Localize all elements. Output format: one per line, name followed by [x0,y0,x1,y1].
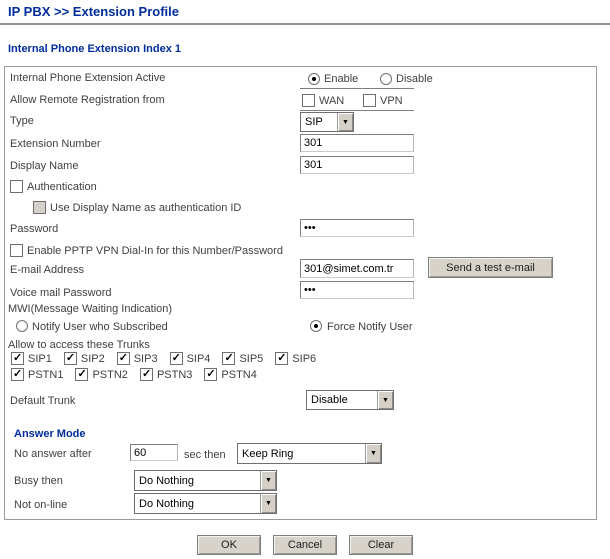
active-enable-label: Enable [324,73,358,85]
chevron-down-icon: ▼ [260,471,276,490]
trunk-item-sip4: SIP4 [170,352,211,365]
pstn1-label: PSTN1 [28,369,63,381]
sip1-label: SIP1 [28,353,52,365]
active-enable-radio[interactable] [308,73,320,85]
pstn1-checkbox[interactable] [11,368,24,381]
sec-then-label: sec then [184,449,226,461]
sip4-label: SIP4 [187,353,211,365]
trunk-item-pstn3: PSTN3 [140,368,192,381]
extension-profile-page: IP PBX >> Extension Profile Internal Pho… [0,0,610,559]
chevron-down-icon: ▼ [337,113,353,131]
sip6-label: SIP6 [292,353,316,365]
active-disable-radio[interactable] [380,73,392,85]
chevron-down-icon: ▼ [260,494,276,513]
extension-number-input[interactable] [300,134,414,152]
email-label: E-mail Address [10,264,84,276]
no-answer-seconds-input[interactable] [130,444,178,461]
row-underline [300,110,414,111]
trunk-item-sip2: SIP2 [64,352,105,365]
active-label: Internal Phone Extension Active [10,72,165,84]
default-trunk-select-value: Disable [307,394,377,406]
mwi-force-notify-radio[interactable] [310,320,322,332]
trunk-item-sip6: SIP6 [275,352,316,365]
pstn-trunk-row: PSTN1 PSTN2 PSTN3 PSTN4 [11,368,257,381]
default-trunk-select[interactable]: Disable ▼ [306,390,394,410]
mwi-notify-subscribed-radio[interactable] [16,320,28,332]
not-online-action-select[interactable]: Do Nothing ▼ [134,493,277,514]
wan-label: WAN [319,95,344,107]
send-test-email-button[interactable]: Send a test e-mail [428,257,553,278]
pstn4-label: PSTN4 [221,369,256,381]
trunk-item-sip5: SIP5 [222,352,263,365]
trunks-label: Allow to access these Trunks [8,339,150,351]
display-name-label: Display Name [10,160,78,172]
trunk-item-pstn2: PSTN2 [75,368,127,381]
page-title: IP PBX >> Extension Profile [8,4,179,19]
trunk-item-sip3: SIP3 [117,352,158,365]
no-answer-action-select[interactable]: Keep Ring ▼ [237,443,382,464]
use-display-name-label: Use Display Name as authentication ID [50,202,241,214]
use-display-name-checkbox[interactable] [33,201,46,214]
pptp-dialin-label: Enable PPTP VPN Dial-In for this Number/… [27,245,283,257]
ok-button[interactable]: OK [197,535,261,555]
extension-number-label: Extension Number [10,138,101,150]
trunk-item-pstn4: PSTN4 [204,368,256,381]
sip4-checkbox[interactable] [170,352,183,365]
busy-action-select[interactable]: Do Nothing ▼ [134,470,277,491]
no-answer-label: No answer after [14,448,92,460]
busy-then-label: Busy then [14,475,63,487]
mwi-label: MWI(Message Waiting Indication) [8,303,172,315]
pstn4-checkbox[interactable] [204,368,217,381]
sip2-checkbox[interactable] [64,352,77,365]
password-label: Password [10,223,58,235]
pptp-dialin-checkbox[interactable] [10,244,23,257]
type-select-value: SIP [301,116,337,128]
trunk-item-pstn1: PSTN1 [11,368,63,381]
not-online-label: Not on-line [14,499,67,511]
sip5-checkbox[interactable] [222,352,235,365]
default-trunk-label: Default Trunk [10,395,75,407]
active-disable-label: Disable [396,73,433,85]
chevron-down-icon: ▼ [377,391,393,409]
no-answer-action-value: Keep Ring [238,448,365,460]
answer-mode-title: Answer Mode [14,428,86,440]
email-input[interactable] [300,259,414,278]
sip1-checkbox[interactable] [11,352,24,365]
type-select[interactable]: SIP ▼ [300,112,354,132]
pstn3-checkbox[interactable] [140,368,153,381]
voicemail-password-label: Voice mail Password [10,287,112,299]
clear-button[interactable]: Clear [349,535,413,555]
pstn3-label: PSTN3 [157,369,192,381]
voicemail-password-input[interactable] [300,281,414,299]
allow-remote-label: Allow Remote Registration from [10,94,165,106]
sip6-checkbox[interactable] [275,352,288,365]
header-divider [0,23,610,25]
type-label: Type [10,115,34,127]
chevron-down-icon: ▼ [365,444,381,463]
vpn-label: VPN [380,95,403,107]
mwi-force-notify-label: Force Notify User [327,321,413,333]
sip3-checkbox[interactable] [117,352,130,365]
authentication-label: Authentication [27,181,97,193]
vpn-checkbox[interactable] [363,94,376,107]
trunk-item-sip1: SIP1 [11,352,52,365]
row-underline [300,88,414,89]
pstn2-label: PSTN2 [92,369,127,381]
sip2-label: SIP2 [81,353,105,365]
sip3-label: SIP3 [134,353,158,365]
wan-checkbox[interactable] [302,94,315,107]
sip5-label: SIP5 [239,353,263,365]
cancel-button[interactable]: Cancel [273,535,337,555]
busy-action-value: Do Nothing [135,475,260,487]
sip-trunk-row: SIP1 SIP2 SIP3 SIP4 SIP5 SIP6 [11,352,316,365]
authentication-checkbox[interactable] [10,180,23,193]
password-input[interactable] [300,219,414,237]
not-online-action-value: Do Nothing [135,498,260,510]
mwi-notify-subscribed-label: Notify User who Subscribed [32,321,168,333]
pstn2-checkbox[interactable] [75,368,88,381]
section-title: Internal Phone Extension Index 1 [8,43,181,55]
display-name-input[interactable] [300,156,414,174]
